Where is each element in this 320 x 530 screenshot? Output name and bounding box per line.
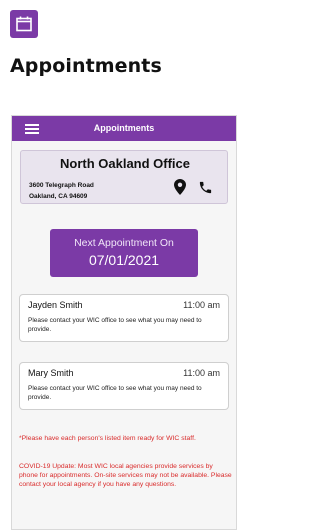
app-bar-title: Appointments [93,123,155,133]
phone-screen: Appointments North Oakland Office 3600 T… [11,115,237,530]
next-appointment-label: Next Appointment On [74,237,174,249]
phone-icon[interactable] [198,180,213,200]
office-name: North Oakland Office [59,156,191,171]
items-reminder-note: *Please have each person's listed item r… [19,435,196,442]
appointment-card[interactable]: Mary Smith 11:00 am Please contact your … [19,362,229,410]
appointment-time: 11:00 am [183,368,220,378]
appointment-note: Please contact your WIC office to see wh… [28,385,202,401]
address-line-2: Oakland, CA 94609 [29,193,88,200]
appointment-name: Jayden Smith [28,300,83,310]
next-appointment-card[interactable]: Next Appointment On 07/01/2021 [50,229,198,277]
appointment-name: Mary Smith [28,368,74,378]
office-address: 3600 Telegraph Road Oakland, CA 94609 [29,180,94,202]
appointment-card[interactable]: Jayden Smith 11:00 am Please contact you… [19,294,229,342]
office-card: North Oakland Office 3600 Telegraph Road… [20,150,228,204]
next-appointment-date: 07/01/2021 [88,252,160,268]
appointment-time: 11:00 am [183,300,220,310]
app-bar: Appointments [12,116,236,141]
address-line-1: 3600 Telegraph Road [29,182,94,189]
map-pin-icon[interactable] [174,179,186,200]
page-title: Appointments [10,55,162,77]
hamburger-menu-icon[interactable] [25,124,39,134]
covid-update-note: COVID-19 Update: Most WIC local agencies… [19,463,232,488]
appointment-note: Please contact your WIC office to see wh… [28,317,202,333]
calendar-icon [10,10,38,38]
